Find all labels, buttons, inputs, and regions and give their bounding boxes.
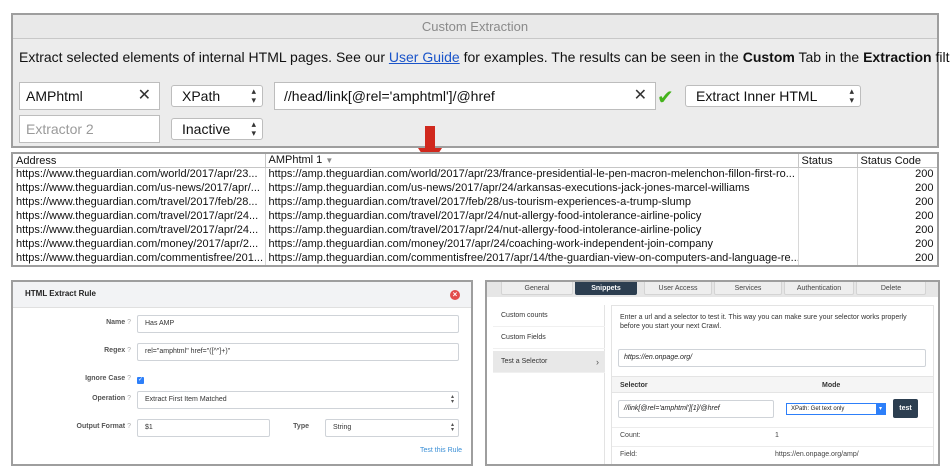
results-table: Address AMPhtml 1 ▼ Status Status Code h… [13, 154, 937, 265]
clear-icon[interactable]: ✕ [634, 83, 647, 109]
help-icon[interactable]: ? [127, 347, 131, 354]
tab-authentication[interactable]: Authentication [784, 282, 854, 295]
table-row[interactable]: https://www.theguardian.com/money/2017/a… [13, 237, 937, 252]
field-row: Field: https://en.onpage.org/amp/ [612, 446, 933, 463]
extractor-name-field[interactable]: AMPhtml ✕ [19, 82, 160, 110]
test-selector-content: Enter a url and a selector to test it. T… [611, 305, 934, 464]
column-header-status[interactable]: Status [798, 154, 858, 168]
selector-input[interactable]: //link[@rel='amphtml'][1]/@href [618, 400, 774, 418]
regex-input[interactable]: rel="amphtml" href="([^"]+)" [137, 343, 459, 361]
help-icon[interactable]: ? [127, 423, 131, 430]
extraction-description: Extract selected elements of internal HT… [19, 49, 950, 65]
count-row: Count: 1 [612, 427, 933, 444]
ignore-case-label: Ignore Case ? [85, 375, 131, 382]
chevron-right-icon: › [596, 357, 599, 367]
user-guide-link[interactable]: User Guide [389, 49, 460, 65]
table-row[interactable]: https://www.theguardian.com/world/2017/a… [13, 167, 937, 182]
help-icon[interactable]: ? [127, 375, 131, 382]
field-value: https://en.onpage.org/amp/ [775, 451, 859, 458]
operation-label: Operation ? [92, 395, 131, 402]
table-row[interactable]: https://www.theguardian.com/commentisfre… [13, 251, 937, 265]
table-row[interactable]: https://www.theguardian.com/travel/2017/… [13, 223, 937, 238]
clear-icon[interactable]: ✕ [138, 83, 151, 109]
name-label: Name ? [106, 319, 131, 326]
mode-select[interactable]: XPath: Get text only ▾ [786, 403, 886, 415]
tab-user-access[interactable]: User Access [644, 282, 712, 295]
select-arrows-icon: ▴ ▾ [849, 86, 854, 105]
url-input[interactable]: https://en.onpage.org/ [618, 349, 926, 367]
selector-header: Selector [620, 382, 648, 389]
extractor-2-type-select[interactable]: Inactive ▴ ▾ [171, 118, 263, 140]
dialog-title: HTML Extract Rule [25, 289, 96, 298]
column-header-address[interactable]: Address [13, 154, 266, 168]
table-row[interactable]: https://www.theguardian.com/us-news/2017… [13, 181, 937, 196]
rule-name-input[interactable]: Has AMP [137, 315, 459, 333]
valid-check-icon: ✔ [657, 87, 674, 109]
regex-label: Regex ? [104, 347, 131, 354]
test-rule-link[interactable]: Test this Rule [420, 447, 462, 454]
extractor-2-name-field[interactable]: Extractor 2 [19, 115, 160, 143]
snippets-sidebar: Custom counts Custom Fields Test a Selec… [493, 305, 605, 464]
operation-select[interactable]: Extract First Item Matched ▴ ▾ [137, 391, 459, 409]
sidebar-item-test-selector[interactable]: Test a Selector › [493, 351, 605, 373]
extractor-type-select[interactable]: XPath ▴ ▾ [171, 85, 263, 107]
select-arrows-icon: ▴ ▾ [450, 422, 454, 433]
test-button[interactable]: test [893, 399, 918, 418]
tab-snippets[interactable]: Snippets [575, 282, 637, 295]
sort-down-icon: ▼ [325, 156, 334, 165]
tab-services[interactable]: Services [714, 282, 782, 295]
chevron-down-icon: ▾ [876, 404, 885, 414]
close-icon[interactable]: × [450, 290, 460, 300]
select-arrows-icon: ▴ ▾ [251, 119, 256, 138]
selector-table-header: Selector Mode [612, 376, 933, 393]
tab-delete[interactable]: Delete [856, 282, 926, 295]
ignore-case-checkbox[interactable]: ✓ [137, 377, 144, 384]
html-extract-rule-dialog: HTML Extract Rule × Name ? Has AMP Regex… [11, 280, 473, 466]
output-format-input[interactable]: $1 [137, 419, 270, 437]
type-select[interactable]: String ▴ ▾ [325, 419, 459, 437]
xpath-expression-field[interactable]: //head/link[@rel='amphtml']/@href ✕ [274, 82, 656, 110]
output-format-label: Output Format ? [76, 423, 131, 430]
type-label: Type [293, 423, 309, 430]
help-icon[interactable]: ? [127, 319, 131, 326]
custom-extraction-panel: Custom Extraction Extract selected eleme… [11, 13, 950, 148]
column-header-amphtml[interactable]: AMPhtml 1 ▼ [265, 154, 799, 168]
column-header-status-code[interactable]: Status Code [857, 154, 937, 168]
results-table-panel: Address AMPhtml 1 ▼ Status Status Code h… [11, 152, 939, 267]
field-label: Field: [620, 451, 638, 458]
panel-title: Custom Extraction [13, 15, 937, 39]
snippets-panel: General Snippets User Access Services Au… [485, 280, 940, 466]
extract-mode-select[interactable]: Extract Inner HTML ▴ ▾ [685, 85, 861, 107]
sidebar-item-custom-fields[interactable]: Custom Fields [493, 327, 605, 349]
select-arrows-icon: ▴ ▾ [251, 86, 256, 105]
table-row[interactable]: https://www.theguardian.com/travel/2017/… [13, 195, 937, 210]
count-value: 1 [775, 432, 779, 439]
table-header-row: Address AMPhtml 1 ▼ Status Status Code [13, 154, 937, 168]
mode-header: Mode [822, 382, 841, 389]
tab-general[interactable]: General [501, 282, 573, 295]
count-label: Count: [620, 432, 641, 439]
intro-text: Enter a url and a selector to test it. T… [620, 314, 907, 330]
table-row[interactable]: https://www.theguardian.com/travel/2017/… [13, 209, 937, 224]
select-arrows-icon: ▴ ▾ [450, 394, 454, 405]
sidebar-item-custom-counts[interactable]: Custom counts [493, 305, 605, 327]
help-icon[interactable]: ? [127, 395, 131, 402]
